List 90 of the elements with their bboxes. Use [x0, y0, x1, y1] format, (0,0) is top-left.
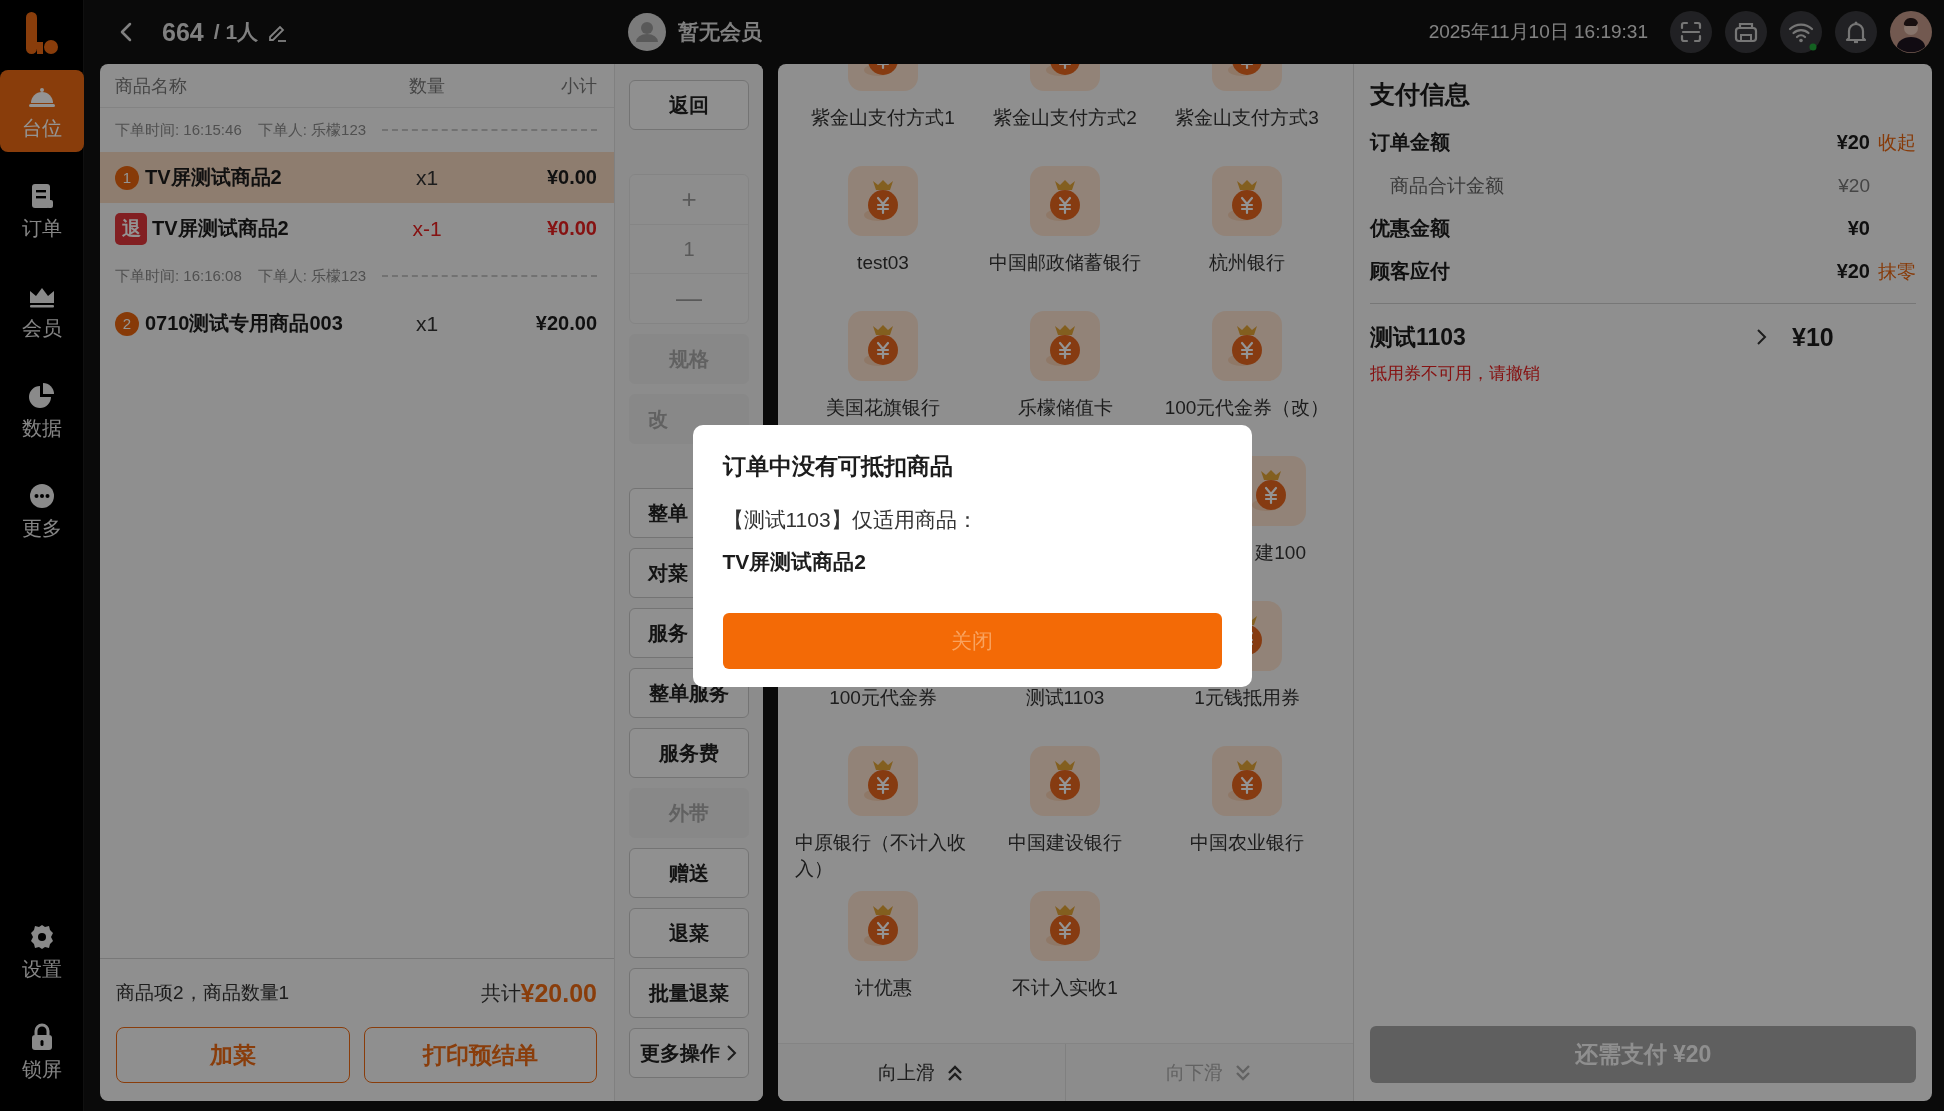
item-quantity: x1 — [414, 165, 440, 190]
member-name: 暂无会员 — [678, 19, 763, 45]
guest-count: / 1人 — [213, 19, 259, 45]
printer-icon[interactable] — [1725, 11, 1767, 53]
wifi-icon[interactable] — [1780, 11, 1822, 53]
order-time: 下单时间: 16:16:08 — [115, 266, 242, 286]
pie-chart-icon — [26, 380, 57, 411]
nav-label: 台位 — [21, 115, 62, 141]
panel-title: 支付信息 — [1370, 79, 1471, 110]
payment-method-label[interactable]: 建100 — [1255, 540, 1306, 566]
order-row[interactable]: 2 0710测试专用商品003 x1 ¥20.00 — [100, 298, 614, 349]
action-button[interactable]: 赠送 — [629, 848, 749, 898]
payment-method-label[interactable]: 乐檬储值卡 — [1017, 395, 1113, 421]
scan-icon[interactable] — [1670, 11, 1712, 53]
nav-item[interactable]: 锁屏 — [0, 1011, 84, 1093]
payment-method-label[interactable]: 100元代金券（改） — [1164, 395, 1330, 421]
payment-method-label[interactable]: 测试1103 — [1025, 685, 1105, 711]
item-name: TV屏测试商品2 — [145, 165, 283, 190]
amount-value: ¥20 — [1835, 260, 1870, 283]
order-summary: 商品项2，商品数量1 — [116, 981, 291, 1005]
table-number: 664 — [162, 17, 204, 47]
date-time: 2025年11月10日 16:19:31 — [1428, 20, 1648, 44]
nav-item[interactable]: 会员 — [0, 270, 84, 352]
payment-method-label[interactable]: 紫金山支付方式3 — [1175, 105, 1319, 131]
column-header: 小计 — [560, 74, 597, 98]
payment-method-label[interactable]: 美国花旗银行 — [826, 395, 940, 421]
chevron-right-icon — [724, 1044, 738, 1062]
action-button[interactable]: 服务费 — [629, 728, 749, 778]
action-button[interactable]: 退菜 — [629, 908, 749, 958]
amount-value: ¥20 — [1835, 131, 1870, 154]
amount-label: 商品合计金额 — [1389, 173, 1505, 198]
payment-method-label[interactable]: 中国邮政储蓄银行 — [989, 250, 1141, 276]
payment-method-label[interactable]: 计优惠 — [854, 975, 912, 1001]
index-badge: 1 — [115, 165, 139, 190]
nav-item[interactable]: 数据 — [0, 370, 84, 452]
order-row[interactable]: 退 TV屏测试商品2 x-1 ¥0.00 — [100, 203, 614, 254]
amount-value: ¥0 — [1846, 217, 1870, 240]
payment-method-label[interactable]: 紫金山支付方式1 — [811, 105, 955, 131]
payment-method-label[interactable]: 紫金山支付方式2 — [993, 105, 1137, 131]
column-header: 商品名称 — [115, 74, 188, 98]
more-actions-button[interactable]: 更多操作 — [629, 1028, 749, 1078]
amount-label: 订单金额 — [1370, 130, 1451, 155]
index-badge: 2 — [115, 311, 139, 336]
nav-item[interactable]: 设置 — [0, 911, 84, 993]
nav-item[interactable]: 更多 — [0, 470, 84, 552]
orderer: 下单人: 乐檬123 — [257, 266, 367, 286]
total-label: 共计 — [480, 980, 521, 1006]
payment-method-label[interactable]: 1元钱抵用券 — [1194, 685, 1300, 711]
nav-label: 数据 — [21, 415, 62, 441]
item-quantity: x-1 — [411, 216, 443, 241]
avatar-icon[interactable] — [1890, 11, 1932, 53]
nav-item[interactable]: 订单 — [0, 170, 84, 252]
item-subtotal: ¥0.00 — [545, 166, 597, 189]
nav-label: 锁屏 — [21, 1056, 62, 1082]
payment-method-label[interactable]: 中国建设银行 — [1008, 830, 1122, 856]
item-name: 0710测试专用商品003 — [145, 311, 344, 336]
amount-label: 顾客应付 — [1370, 259, 1451, 284]
item-name: TV屏测试商品2 — [152, 216, 290, 241]
coupon-name: 测试1103 — [1370, 322, 1467, 352]
coupon-amount: ¥10 — [1792, 322, 1835, 352]
payment-method-label[interactable]: 100元代金券 — [829, 685, 937, 711]
dialog-title: 订单中没有可抵扣商品 — [722, 451, 954, 481]
avatar-icon — [628, 13, 667, 51]
payment-method-label[interactable]: test03 — [857, 250, 909, 276]
orderer: 下单人: 乐檬123 — [257, 120, 367, 140]
nav-label: 会员 — [21, 315, 62, 341]
column-header: 数量 — [408, 74, 446, 98]
payment-method-label[interactable]: 不计入实收1 — [1012, 975, 1118, 1001]
logo-icon — [23, 12, 60, 56]
nav-label: 订单 — [21, 215, 62, 241]
item-quantity: x1 — [414, 311, 440, 336]
total-amount: ¥20.00 — [520, 978, 597, 1008]
item-subtotal: ¥20.00 — [534, 312, 597, 335]
warning-text: 抵用券不可用，请撤销 — [1370, 363, 1541, 385]
amount-label: 优惠金额 — [1370, 216, 1451, 241]
nav-label: 更多 — [21, 515, 62, 541]
item-subtotal: ¥0.00 — [545, 217, 597, 240]
scroll-up-button[interactable]: 向上滑 — [778, 1044, 1065, 1101]
payment-method-label[interactable]: 中原银行（不计入收入） — [795, 830, 971, 882]
amount-value: ¥20 — [1837, 174, 1870, 197]
order-time: 下单时间: 16:15:46 — [115, 120, 242, 140]
action-button[interactable]: 返回 — [629, 80, 749, 130]
double-chevron-down-icon — [1233, 1062, 1253, 1083]
order-row[interactable]: 1 TV屏测试商品2 x1 ¥0.00 — [100, 152, 614, 203]
bell-icon[interactable] — [1835, 11, 1877, 53]
nav-label: 设置 — [21, 956, 62, 982]
payment-method-label[interactable]: 杭州银行 — [1209, 250, 1285, 276]
return-badge: 退 — [115, 212, 147, 245]
payment-method-label[interactable]: 中国农业银行 — [1190, 830, 1304, 856]
action-button[interactable]: 批量退菜 — [629, 968, 749, 1018]
